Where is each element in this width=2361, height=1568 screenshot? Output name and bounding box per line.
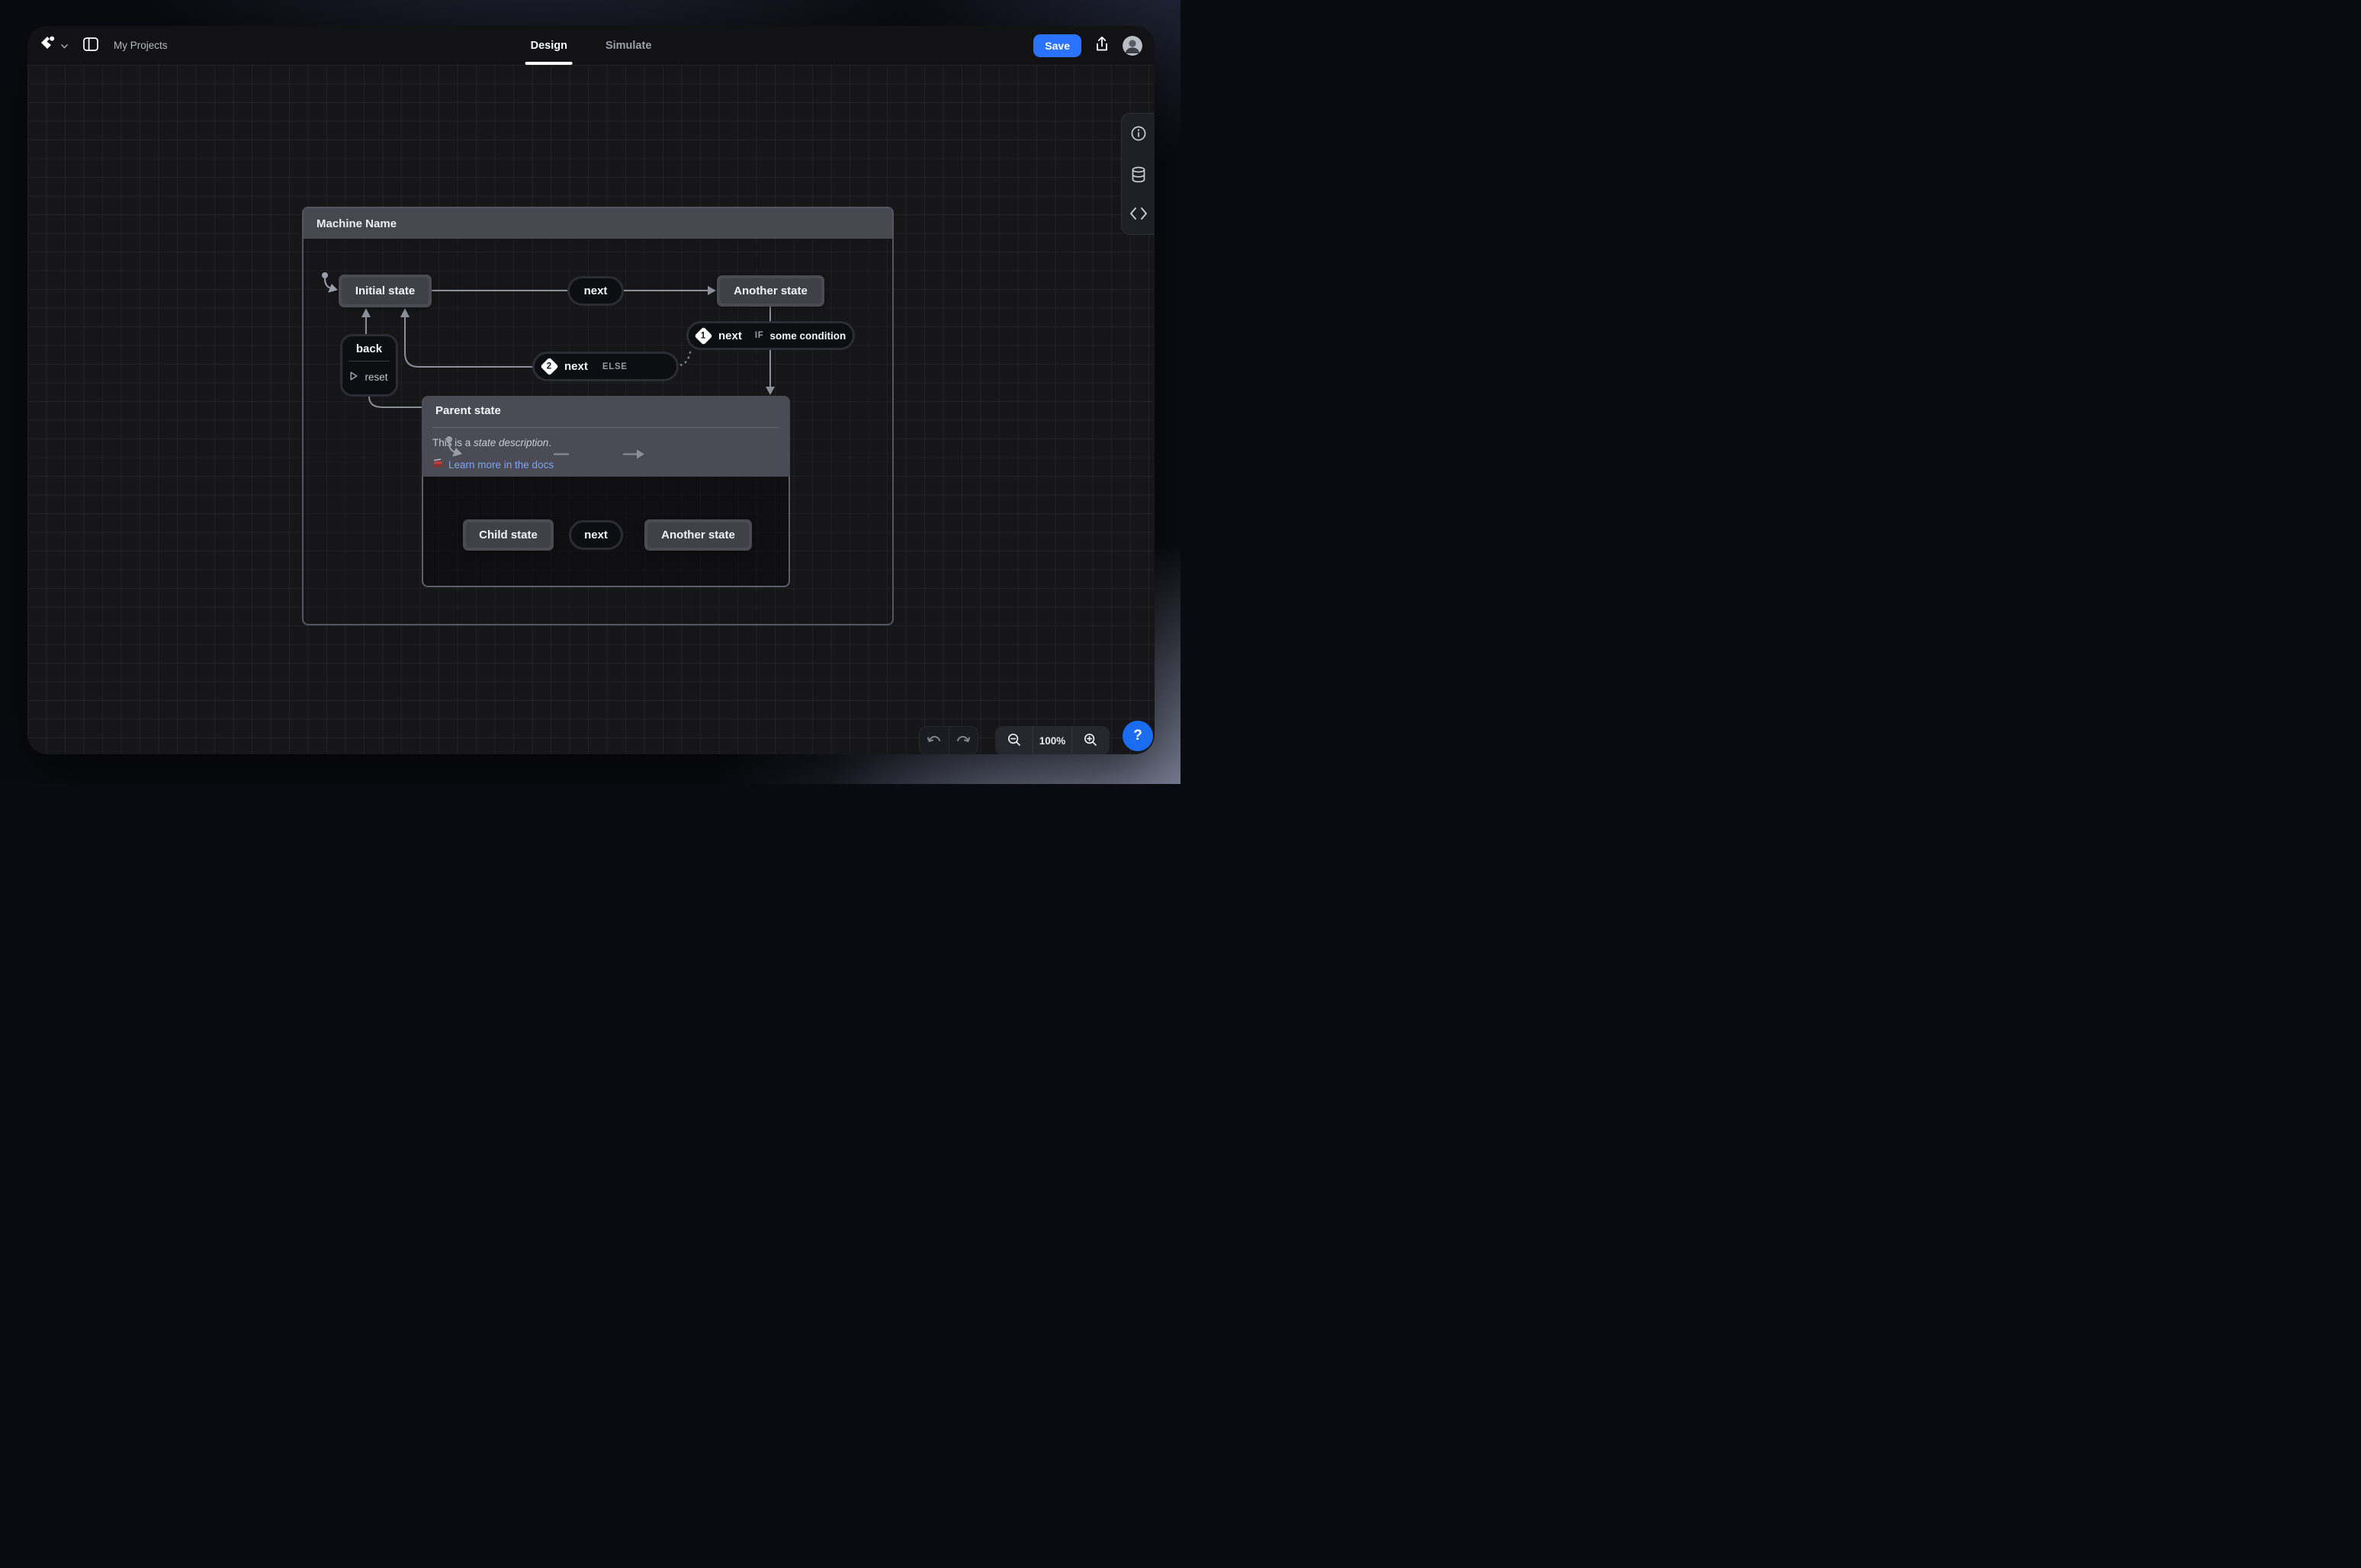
share-button[interactable] <box>1094 36 1110 55</box>
export-share-icon <box>1094 36 1110 55</box>
info-button[interactable] <box>1129 124 1148 145</box>
tab-design[interactable]: Design <box>531 26 567 65</box>
transition-child-next[interactable]: next <box>569 520 623 550</box>
right-tool-rail <box>1121 113 1155 235</box>
state-child-label: Child state <box>466 522 551 548</box>
play-icon <box>350 371 358 383</box>
docs-link[interactable]: Learn more in the docs <box>432 457 554 472</box>
zoom-in-icon <box>1083 732 1098 750</box>
transition-next-top[interactable]: next <box>567 276 624 306</box>
user-avatar[interactable] <box>1123 36 1142 56</box>
brand-menu-button[interactable] <box>40 35 68 56</box>
mode-tabs: Design Simulate <box>531 26 652 65</box>
zoom-in-button[interactable] <box>1071 726 1110 754</box>
chevron-down-icon <box>61 39 68 53</box>
divider <box>432 427 779 428</box>
transition-next-guarded[interactable]: 1 next IF some condition <box>686 321 855 350</box>
database-icon <box>1129 165 1148 186</box>
state-initial[interactable]: Initial state <box>339 275 432 307</box>
nav-my-projects[interactable]: My Projects <box>114 40 168 51</box>
panel-layout-icon <box>83 37 98 53</box>
state-child-another[interactable]: Another state <box>644 519 752 551</box>
transition-back[interactable]: back reset <box>340 334 398 397</box>
action-reset-label: reset <box>365 371 387 383</box>
canvas[interactable]: Machine Name <box>27 65 1155 754</box>
state-parent-body: Child state next Another state <box>422 477 790 587</box>
zoom-level: 100% <box>1033 726 1071 754</box>
state-another-label: Another state <box>720 278 821 304</box>
zoom-out-button[interactable] <box>995 726 1033 754</box>
transition-order-badge: 2 <box>540 358 558 376</box>
state-another[interactable]: Another state <box>717 275 824 307</box>
state-parent: Parent state This is a state description… <box>422 396 790 587</box>
redo-button[interactable] <box>949 727 978 754</box>
state-parent-label: Parent state <box>435 404 501 417</box>
zoom-out-icon <box>1007 732 1022 750</box>
transition-order-badge: 1 <box>694 326 712 345</box>
state-initial-label: Initial state <box>342 278 429 304</box>
help-button[interactable]: ? <box>1123 721 1153 751</box>
tab-simulate[interactable]: Simulate <box>606 26 651 65</box>
active-tab-underline <box>525 62 573 65</box>
desktop-background: My Projects Design Simulate Save <box>0 0 1180 784</box>
undo-icon <box>927 734 942 748</box>
redo-icon <box>956 734 971 748</box>
books-icon <box>432 457 444 472</box>
state-description: This is a state description. <box>432 437 551 448</box>
save-button[interactable]: Save <box>1033 34 1081 57</box>
transition-next-else[interactable]: 2 next ELSE <box>532 352 679 381</box>
undo-button[interactable] <box>920 727 949 754</box>
stately-logo-icon <box>40 35 56 56</box>
data-button[interactable] <box>1129 165 1148 186</box>
machine-title-bar[interactable]: Machine Name <box>304 208 892 239</box>
app-window: My Projects Design Simulate Save <box>27 26 1155 754</box>
state-child[interactable]: Child state <box>463 519 554 551</box>
docs-link-label: Learn more in the docs <box>448 459 554 471</box>
history-controls <box>919 726 978 754</box>
info-icon <box>1129 124 1148 145</box>
state-parent-header[interactable]: Parent state This is a state description… <box>422 396 790 477</box>
topbar: My Projects Design Simulate Save <box>27 26 1155 65</box>
zoom-controls: 100% <box>995 726 1110 754</box>
machine-title: Machine Name <box>316 217 397 230</box>
sidebar-toggle-button[interactable] <box>83 37 98 53</box>
code-button[interactable] <box>1129 206 1148 223</box>
code-icon <box>1129 206 1148 223</box>
state-child-another-label: Another state <box>647 522 749 548</box>
transition-back-label: back <box>342 336 396 361</box>
